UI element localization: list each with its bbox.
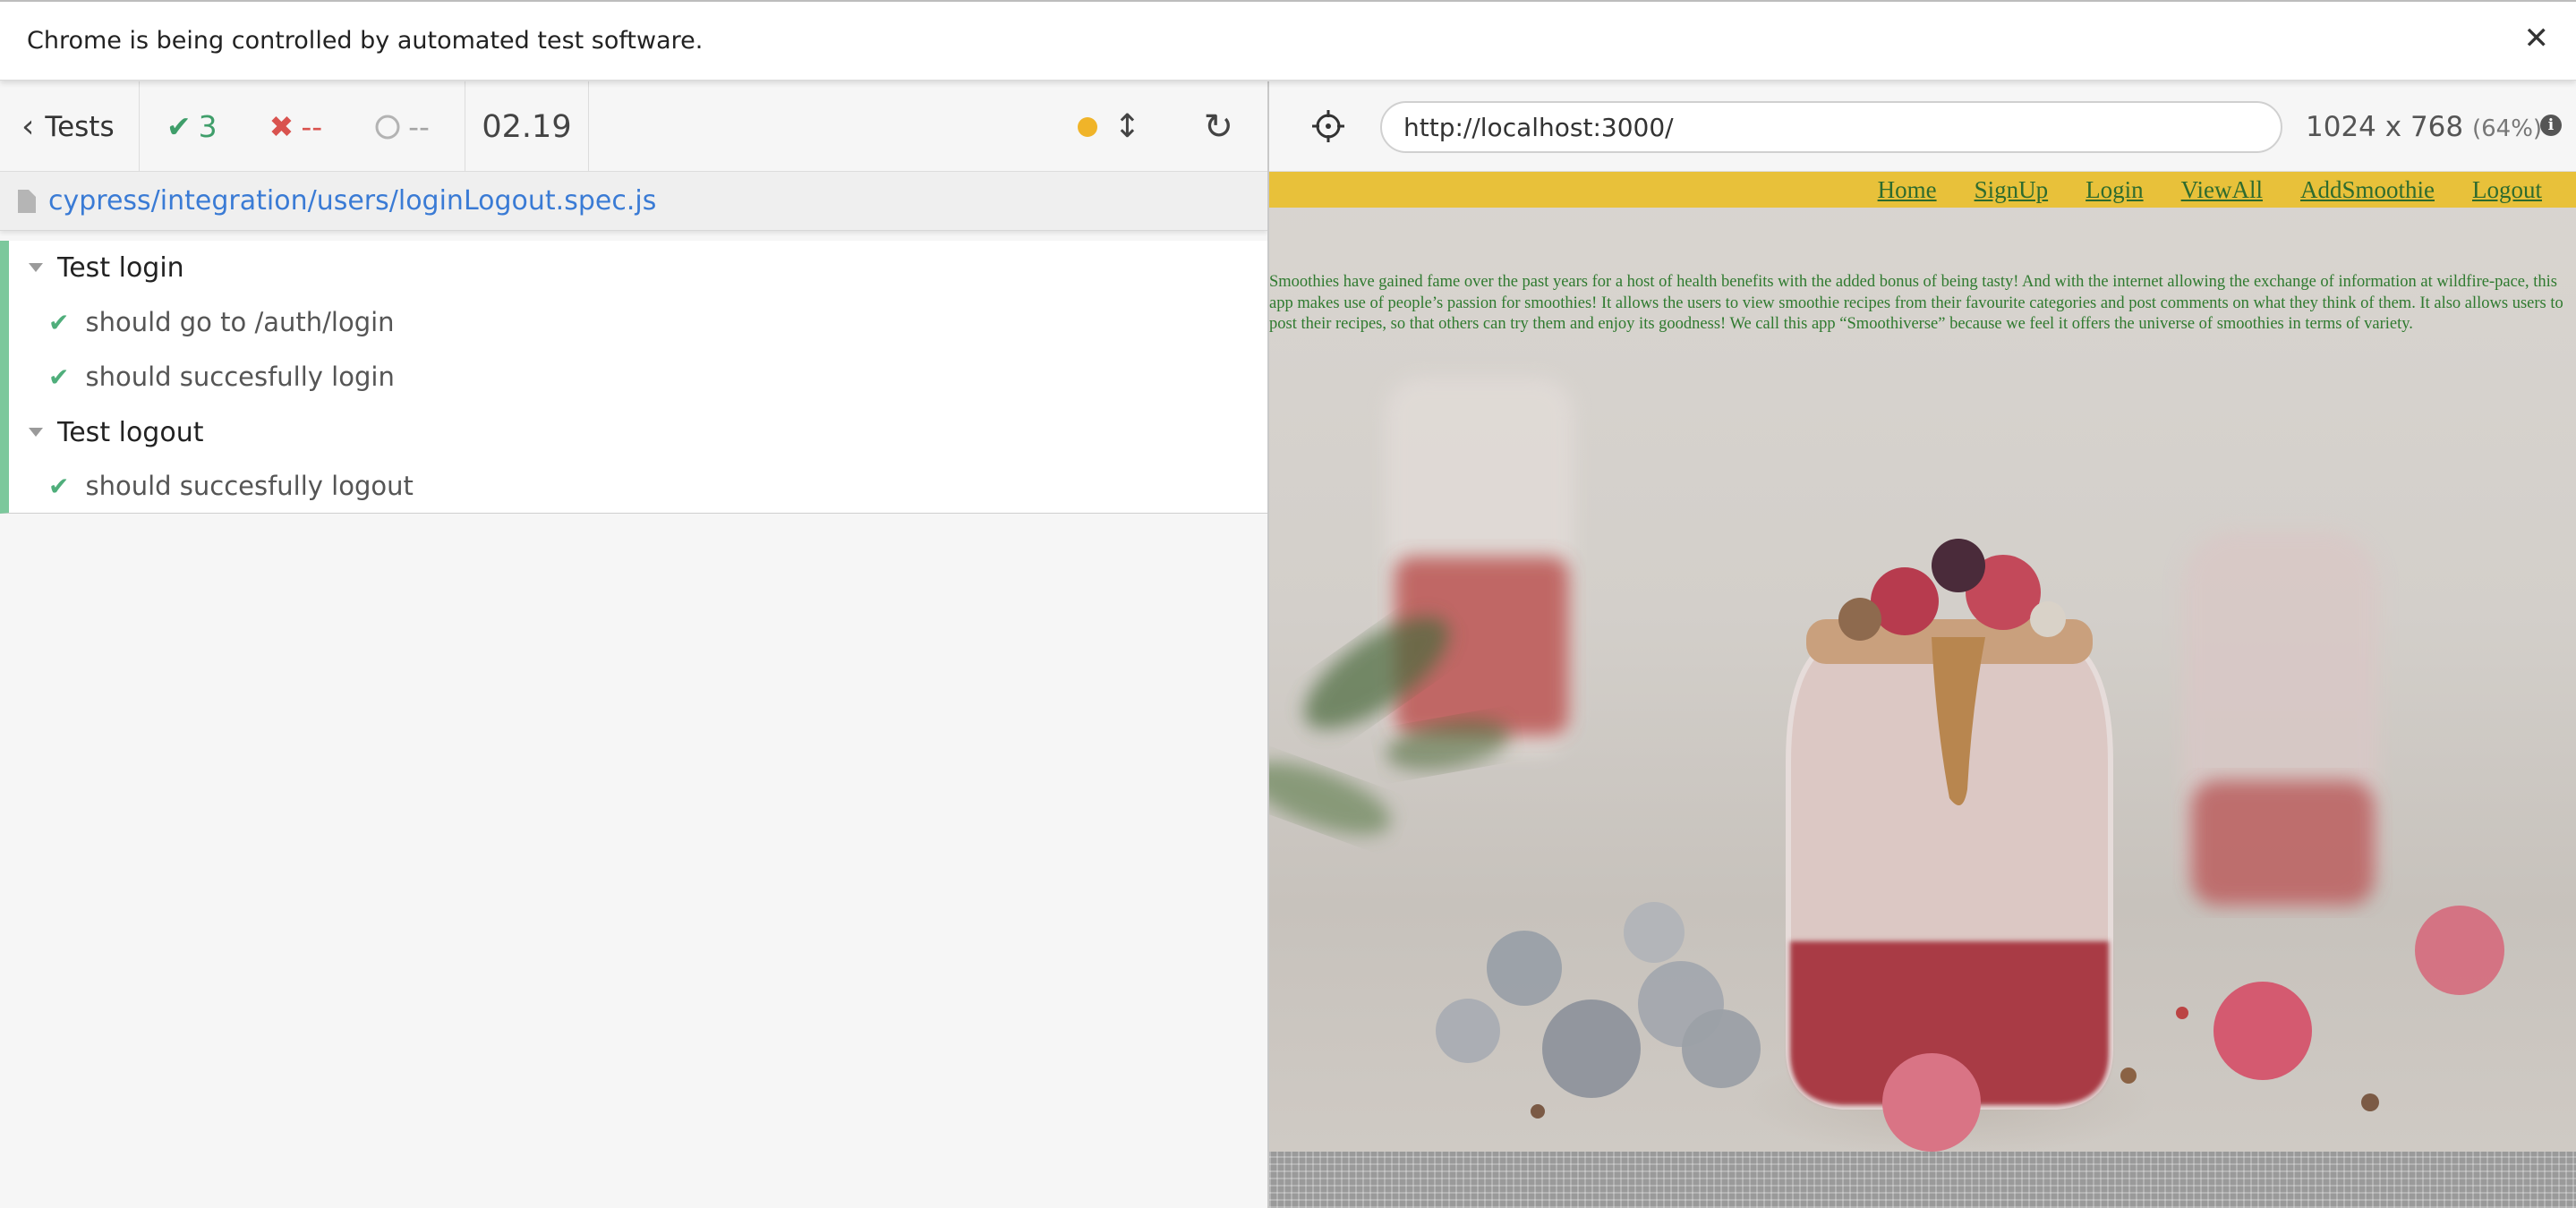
- passed-stat: ✔ 3: [166, 109, 218, 144]
- check-icon: ✔: [166, 109, 192, 144]
- nav-home-link[interactable]: Home: [1878, 176, 1937, 204]
- check-icon: ✔: [48, 471, 70, 501]
- test-reporter: ‹ Tests ✔ 3 ✖ -- -- 02.19 ↕ ↻ cypress/in…: [0, 81, 1267, 1208]
- test-title: should go to /auth/login: [85, 307, 395, 337]
- suite-title: Test logout: [57, 416, 204, 448]
- auto-scroll-icon[interactable]: ↕: [1113, 108, 1140, 145]
- reporter-controls: ↕ ↻: [1078, 81, 1267, 172]
- suite-test-logout[interactable]: Test logout: [9, 407, 1267, 457]
- pending-circle-icon: [375, 115, 400, 139]
- aut-footer-pattern: [1269, 1152, 2576, 1208]
- cross-icon: ✖: [269, 109, 294, 144]
- check-icon: ✔: [48, 362, 70, 392]
- test-item[interactable]: ✔ should succesfully logout: [9, 461, 1267, 511]
- nav-signup-link[interactable]: SignUp: [1975, 176, 2049, 204]
- automation-message: Chrome is being controlled by automated …: [27, 27, 704, 55]
- suite-test-login[interactable]: Test login: [9, 242, 1267, 293]
- url-bar[interactable]: http://localhost:3000/: [1380, 101, 2282, 153]
- failed-count: --: [301, 109, 323, 144]
- passed-count: 3: [198, 109, 218, 144]
- nav-viewall-link[interactable]: ViewAll: [2181, 176, 2263, 204]
- stats-bar: ✔ 3 ✖ -- --: [140, 81, 465, 172]
- automation-infobar: Chrome is being controlled by automated …: [0, 0, 2576, 81]
- restart-icon[interactable]: ↻: [1203, 106, 1233, 148]
- test-title: should succesfully login: [85, 362, 395, 392]
- spec-file-bar: cypress/integration/users/loginLogout.sp…: [0, 172, 1267, 231]
- running-indicator: [1078, 116, 1098, 137]
- suite-title: Test login: [57, 251, 184, 284]
- selector-playground-icon[interactable]: [1310, 108, 1346, 144]
- tests-button-label: Tests: [45, 110, 115, 143]
- test-item[interactable]: ✔ should go to /auth/login: [9, 297, 1267, 347]
- viewport-zoom: (64%): [2471, 115, 2543, 142]
- duration: 02.19: [465, 81, 589, 172]
- tests-button[interactable]: ‹ Tests: [0, 81, 140, 172]
- pending-stat: --: [374, 109, 430, 144]
- collapse-triangle-icon: [29, 263, 43, 272]
- app-navbar: Home SignUp Login ViewAll AddSmoothie Lo…: [1269, 172, 2576, 208]
- chevron-left-icon: ‹: [21, 108, 35, 145]
- reporter-header: ‹ Tests ✔ 3 ✖ -- -- 02.19 ↕ ↻: [0, 81, 1267, 172]
- aut-header: http://localhost:3000/ 1024 x 768 (64%) …: [1269, 81, 2576, 172]
- test-item[interactable]: ✔ should succesfully login: [9, 352, 1267, 402]
- nav-login-link[interactable]: Login: [2086, 176, 2144, 204]
- failed-stat: ✖ --: [269, 109, 322, 144]
- close-icon[interactable]: ✕: [2524, 23, 2550, 54]
- app-iframe: Home SignUp Login ViewAll AddSmoothie Lo…: [1269, 172, 2576, 1152]
- file-icon: [18, 189, 36, 213]
- test-title: should succesfully logout: [85, 471, 414, 501]
- info-icon[interactable]: i: [2540, 115, 2562, 136]
- app-under-test-panel: http://localhost:3000/ 1024 x 768 (64%) …: [1267, 81, 2576, 1208]
- app-about-text: Smoothies have gained fame over the past…: [1269, 273, 2563, 333]
- pending-count: --: [408, 109, 430, 144]
- viewport-info: 1024 x 768 (64%): [2306, 111, 2542, 143]
- collapse-triangle-icon: [29, 428, 43, 437]
- nav-addsmoothie-link[interactable]: AddSmoothie: [2300, 176, 2435, 204]
- viewport-dimensions: 1024 x 768: [2306, 111, 2464, 143]
- nav-logout-link[interactable]: Logout: [2472, 176, 2542, 204]
- runnables-list: Test login ✔ should go to /auth/login ✔ …: [0, 241, 1267, 514]
- check-icon: ✔: [48, 307, 70, 337]
- spec-path-link[interactable]: cypress/integration/users/loginLogout.sp…: [48, 185, 656, 217]
